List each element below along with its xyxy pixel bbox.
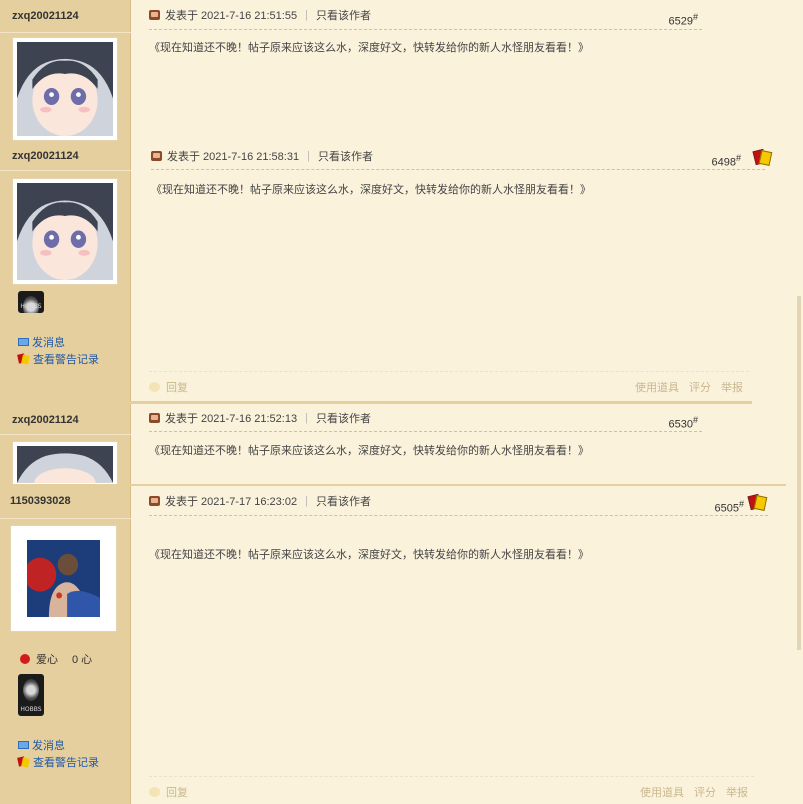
love-stat: 爱心 0 心 xyxy=(20,651,92,667)
use-tool-button[interactable]: 使用道具 xyxy=(640,784,684,800)
only-author-link[interactable]: 只看该作者 xyxy=(318,148,373,164)
post-icon xyxy=(149,495,160,506)
separator: | xyxy=(305,8,308,21)
reply-label: 回复 xyxy=(166,787,188,799)
divider xyxy=(0,434,131,435)
avatar[interactable] xyxy=(10,525,117,632)
view-warnings-link[interactable]: 查看警告记录 xyxy=(18,754,99,770)
view-warnings-label: 查看警告记录 xyxy=(33,757,99,769)
avatar[interactable] xyxy=(12,441,118,487)
floor-number[interactable]: 6505# xyxy=(715,499,745,515)
avatar[interactable] xyxy=(12,178,118,285)
warning-card-icon[interactable] xyxy=(753,150,771,162)
post-icon xyxy=(149,9,160,20)
post-actions: 回复 使用道具 评分 举报 xyxy=(149,776,754,804)
send-message-label: 发消息 xyxy=(32,337,65,349)
post-meta: 发表于 2021-7-16 21:52:13 | 只看该作者 xyxy=(149,404,702,432)
post-meta: 发表于 2021-7-17 16:23:02 | 只看该作者 xyxy=(149,486,768,516)
send-message-link[interactable]: 发消息 xyxy=(18,737,65,753)
mail-icon xyxy=(18,338,29,346)
love-value: 0 心 xyxy=(72,654,93,666)
floor-number[interactable]: 6529# xyxy=(669,12,699,28)
use-tool-button[interactable]: 使用道具 xyxy=(635,379,679,395)
separator: | xyxy=(305,411,308,424)
warning-cards-icon xyxy=(18,354,32,364)
post-meta: 发表于 2021-7-16 21:51:55 | 只看该作者 xyxy=(149,0,702,30)
separator: | xyxy=(307,150,310,162)
view-warnings-link[interactable]: 查看警告记录 xyxy=(18,351,99,367)
author-name[interactable]: zxq20021124 xyxy=(0,404,131,436)
warning-card-icon[interactable] xyxy=(748,495,766,507)
only-author-link[interactable]: 只看该作者 xyxy=(316,493,371,509)
scrollbar[interactable] xyxy=(795,0,803,804)
view-warnings-label: 查看警告记录 xyxy=(33,354,99,366)
post-time: 发表于 2021-7-16 21:51:55 xyxy=(165,9,298,22)
mail-icon xyxy=(18,741,29,749)
divider xyxy=(0,518,131,519)
post-content: 《现在知道还不晚！帖子原来应该这么水，深度好文，快转发给你的新人水怪朋友看看！》 xyxy=(151,184,591,196)
author-name[interactable]: 1150393028 xyxy=(0,486,129,516)
reply-button[interactable]: 回复 xyxy=(149,379,188,395)
report-button[interactable]: 举报 xyxy=(721,379,743,395)
floor-mark: # xyxy=(735,153,741,163)
post-2: zxq20021124 HOBBS 发消息 查看警告记录 发表于 2021-7-… xyxy=(0,143,797,401)
medal-icon[interactable]: HOBBS xyxy=(18,291,44,313)
post-4: 1150393028 爱心 0 心 HOBBS 发消息 查看警告记录 发表于 2… xyxy=(0,484,786,804)
post-1: zxq20021124 发表于 2021-7-16 21:51:55 | 只看该… xyxy=(0,0,752,145)
love-label: 爱心 xyxy=(36,654,58,666)
floor-value: 6530 xyxy=(668,418,693,431)
post-time: 发表于 2021-7-16 21:52:13 xyxy=(165,412,298,425)
reply-button[interactable]: 回复 xyxy=(149,784,188,800)
floor-value: 6529 xyxy=(668,15,693,28)
post-meta: 发表于 2021-7-16 21:58:31 | 只看该作者 xyxy=(151,143,765,170)
only-author-link[interactable]: 只看该作者 xyxy=(316,7,371,23)
post-tools: 使用道具 评分 举报 xyxy=(635,379,743,395)
floor-mark: # xyxy=(692,12,698,22)
post-time: 发表于 2021-7-17 16:23:02 xyxy=(165,495,298,508)
send-message-label: 发消息 xyxy=(32,740,65,752)
divider xyxy=(0,170,131,171)
floor-number[interactable]: 6498# xyxy=(712,153,742,169)
reply-icon xyxy=(149,382,160,392)
medal-icon[interactable]: HOBBS xyxy=(18,674,44,716)
warning-cards-icon xyxy=(18,757,32,767)
floor-number[interactable]: 6530# xyxy=(669,415,699,431)
post-3: zxq20021124 发表于 2021-7-16 21:52:13 | 只看该… xyxy=(0,401,752,487)
reply-label: 回复 xyxy=(166,382,188,394)
post-time: 发表于 2021-7-16 21:58:31 xyxy=(167,151,300,163)
floor-value: 6505 xyxy=(714,502,739,515)
scrollbar-thumb[interactable] xyxy=(797,296,801,650)
medal-text: HOBBS xyxy=(20,706,42,713)
floor-mark: # xyxy=(692,415,698,425)
post-content: 《现在知道还不晚！帖子原来应该这么水，深度好文，快转发给你的新人水怪朋友看看！》 xyxy=(149,445,589,457)
post-content: 《现在知道还不晚！帖子原来应该这么水，深度好文，快转发给你的新人水怪朋友看看！》 xyxy=(149,549,589,561)
send-message-link[interactable]: 发消息 xyxy=(18,334,65,350)
post-tools: 使用道具 评分 举报 xyxy=(640,784,748,800)
separator: | xyxy=(305,494,308,507)
only-author-link[interactable]: 只看该作者 xyxy=(316,410,371,426)
author-name[interactable]: zxq20021124 xyxy=(0,143,131,169)
rate-button[interactable]: 评分 xyxy=(694,784,716,800)
avatar[interactable] xyxy=(12,37,118,141)
apple-icon xyxy=(20,654,30,664)
post-content: 《现在知道还不晚！帖子原来应该这么水，深度好文，快转发给你的新人水怪朋友看看！》 xyxy=(149,42,589,54)
rate-button[interactable]: 评分 xyxy=(689,379,711,395)
medal-text: HOBBS xyxy=(20,303,42,310)
divider xyxy=(0,32,131,33)
floor-mark: # xyxy=(738,499,744,509)
report-button[interactable]: 举报 xyxy=(726,784,748,800)
post-icon xyxy=(151,151,162,161)
floor-value: 6498 xyxy=(711,156,736,169)
post-actions: 回复 使用道具 评分 举报 xyxy=(149,371,749,399)
post-icon xyxy=(149,412,160,423)
author-name[interactable]: zxq20021124 xyxy=(0,0,131,32)
reply-icon xyxy=(149,787,160,797)
